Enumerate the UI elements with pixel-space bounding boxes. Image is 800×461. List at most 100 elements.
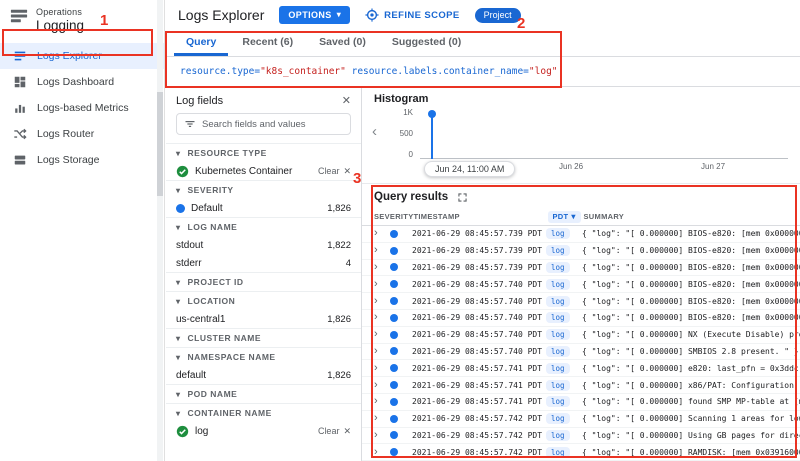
field-value-row-default[interactable]: default1,826	[166, 366, 361, 384]
log-badge[interactable]: log	[546, 279, 570, 290]
result-row[interactable]: ›2021-06-29 08:45:57.740 PDTlog{ "log": …	[362, 310, 800, 327]
log-badge[interactable]: log	[546, 228, 570, 239]
severity-default-icon	[176, 204, 185, 213]
log-badge[interactable]: log	[546, 329, 570, 340]
log-badge[interactable]: log	[546, 262, 570, 273]
field-section-label: POD NAME	[188, 389, 238, 399]
filter-icon	[184, 118, 196, 130]
result-row[interactable]: ›2021-06-29 08:45:57.740 PDTlog{ "log": …	[362, 327, 800, 344]
options-button[interactable]: OPTIONS ▾	[279, 6, 350, 24]
field-section-resource-type[interactable]: ▾RESOURCE TYPE	[166, 143, 361, 162]
field-section-location[interactable]: ▾LOCATION	[166, 291, 361, 310]
result-row[interactable]: ›2021-06-29 08:45:57.739 PDTlog{ "log": …	[362, 226, 800, 243]
field-value-row-kubernetes-container[interactable]: Kubernetes ContainerClear✕	[166, 162, 361, 180]
tab-saved-0[interactable]: Saved (0)	[307, 30, 378, 56]
query-segment: "k8s_container"	[260, 66, 346, 77]
field-section-log-name[interactable]: ▾LOG NAME	[166, 217, 361, 236]
tab-query[interactable]: Query	[174, 30, 228, 56]
refine-scope-button[interactable]: REFINE SCOPE	[365, 8, 460, 22]
severity-cell	[390, 381, 412, 389]
close-icon[interactable]: ✕	[342, 94, 351, 107]
expand-row-icon[interactable]: ›	[374, 312, 390, 323]
sidebar-item-logs-router[interactable]: Logs Router	[0, 121, 164, 147]
severity-default-icon	[390, 263, 398, 271]
result-row[interactable]: ›2021-06-29 08:45:57.740 PDTlog{ "log": …	[362, 344, 800, 361]
log-badge[interactable]: log	[546, 430, 570, 441]
sidebar-item-logs-storage[interactable]: Logs Storage	[0, 147, 164, 173]
field-section-pod-name[interactable]: ▾POD NAME	[166, 384, 361, 403]
result-row[interactable]: ›2021-06-29 08:45:57.739 PDTlog{ "log": …	[362, 260, 800, 277]
sidebar-item-logs-explorer[interactable]: Logs Explorer	[0, 43, 164, 69]
close-icon: ✕	[343, 166, 351, 177]
field-value-row-stdout[interactable]: stdout1,822	[166, 236, 361, 254]
timezone-button[interactable]: PDT ▾	[548, 211, 581, 223]
log-badge[interactable]: log	[546, 363, 570, 374]
severity-cell	[390, 331, 412, 339]
sidebar-scrollbar[interactable]	[157, 0, 163, 461]
severity-default-icon	[390, 431, 398, 439]
field-section-cluster-name[interactable]: ▾CLUSTER NAME	[166, 328, 361, 347]
field-value-row-stderr[interactable]: stderr4	[166, 254, 361, 272]
expand-row-icon[interactable]: ›	[374, 346, 390, 357]
histogram-section: Histogram ‹ 1K 500 0 Jun 24, 11:00 AM Ju…	[362, 87, 800, 183]
field-section-project-id[interactable]: ▾PROJECT ID	[166, 272, 361, 291]
log-badge[interactable]: log	[546, 346, 570, 357]
result-row[interactable]: ›2021-06-29 08:45:57.740 PDTlog{ "log": …	[362, 293, 800, 310]
search-fields-box[interactable]	[176, 113, 351, 135]
severity-cell	[390, 398, 412, 406]
expand-row-icon[interactable]: ›	[374, 279, 390, 290]
expand-row-icon[interactable]: ›	[374, 430, 390, 441]
log-badge[interactable]: log	[546, 312, 570, 323]
sidebar-scrollbar-thumb[interactable]	[157, 92, 163, 196]
log-badge[interactable]: log	[546, 245, 570, 256]
scope-project-badge[interactable]: Project	[475, 8, 521, 23]
result-row[interactable]: ›2021-06-29 08:45:57.742 PDTlog{ "log": …	[362, 444, 800, 461]
field-section-namespace-name[interactable]: ▾NAMESPACE NAME	[166, 347, 361, 366]
query-editor[interactable]: resource.type="k8s_container" resource.l…	[166, 57, 800, 87]
expand-row-icon[interactable]: ›	[374, 396, 390, 407]
expand-row-icon[interactable]: ›	[374, 245, 390, 256]
expand-row-icon[interactable]: ›	[374, 296, 390, 307]
tab-recent-6[interactable]: Recent (6)	[230, 30, 305, 56]
result-row[interactable]: ›2021-06-29 08:45:57.739 PDTlog{ "log": …	[362, 243, 800, 260]
expand-row-icon[interactable]: ›	[374, 363, 390, 374]
expand-row-icon[interactable]: ›	[374, 329, 390, 340]
field-value-row-default[interactable]: Default1,826	[166, 199, 361, 217]
log-badge[interactable]: log	[546, 447, 570, 458]
sidebar-item-logs-dashboard[interactable]: Logs Dashboard	[0, 69, 164, 95]
result-row[interactable]: ›2021-06-29 08:45:57.741 PDTlog{ "log": …	[362, 394, 800, 411]
clear-filter-button[interactable]: Clear✕	[318, 426, 351, 437]
field-section-container-name[interactable]: ▾CONTAINER NAME	[166, 403, 361, 422]
field-value-label: stdout	[176, 240, 203, 251]
field-section-severity[interactable]: ▾SEVERITY	[166, 180, 361, 199]
field-section-label: RESOURCE TYPE	[188, 148, 267, 158]
log-badge[interactable]: log	[546, 380, 570, 391]
logs-dashboard-icon	[13, 75, 27, 89]
time-marker-dot[interactable]	[428, 110, 436, 118]
clear-filter-button[interactable]: Clear✕	[318, 166, 351, 177]
expand-row-icon[interactable]: ›	[374, 228, 390, 239]
histogram-prev-icon[interactable]: ‹	[372, 123, 377, 140]
expand-row-icon[interactable]: ›	[374, 262, 390, 273]
log-badge[interactable]: log	[546, 413, 570, 424]
severity-default-icon	[390, 247, 398, 255]
result-row[interactable]: ›2021-06-29 08:45:57.742 PDTlog{ "log": …	[362, 428, 800, 445]
log-badge[interactable]: log	[546, 396, 570, 407]
expand-row-icon[interactable]: ›	[374, 380, 390, 391]
expand-row-icon[interactable]: ›	[374, 413, 390, 424]
page-title: Logs Explorer	[178, 7, 264, 23]
sidebar-item-logs-based-metrics[interactable]: Logs-based Metrics	[0, 95, 164, 121]
annotation-label-1: 1	[100, 12, 108, 29]
result-row[interactable]: ›2021-06-29 08:45:57.742 PDTlog{ "log": …	[362, 411, 800, 428]
annotation-label-2: 2	[517, 15, 525, 32]
search-fields-input[interactable]	[202, 119, 343, 130]
field-value-row-log[interactable]: logClear✕	[166, 422, 361, 440]
field-value-row-us-central1[interactable]: us-central11,826	[166, 310, 361, 328]
result-row[interactable]: ›2021-06-29 08:45:57.740 PDTlog{ "log": …	[362, 276, 800, 293]
result-row[interactable]: ›2021-06-29 08:45:57.741 PDTlog{ "log": …	[362, 360, 800, 377]
tab-suggested-0[interactable]: Suggested (0)	[380, 30, 473, 56]
expand-row-icon[interactable]: ›	[374, 447, 390, 458]
log-badge[interactable]: log	[546, 296, 570, 307]
expand-icon[interactable]	[457, 192, 468, 203]
result-row[interactable]: ›2021-06-29 08:45:57.741 PDTlog{ "log": …	[362, 377, 800, 394]
